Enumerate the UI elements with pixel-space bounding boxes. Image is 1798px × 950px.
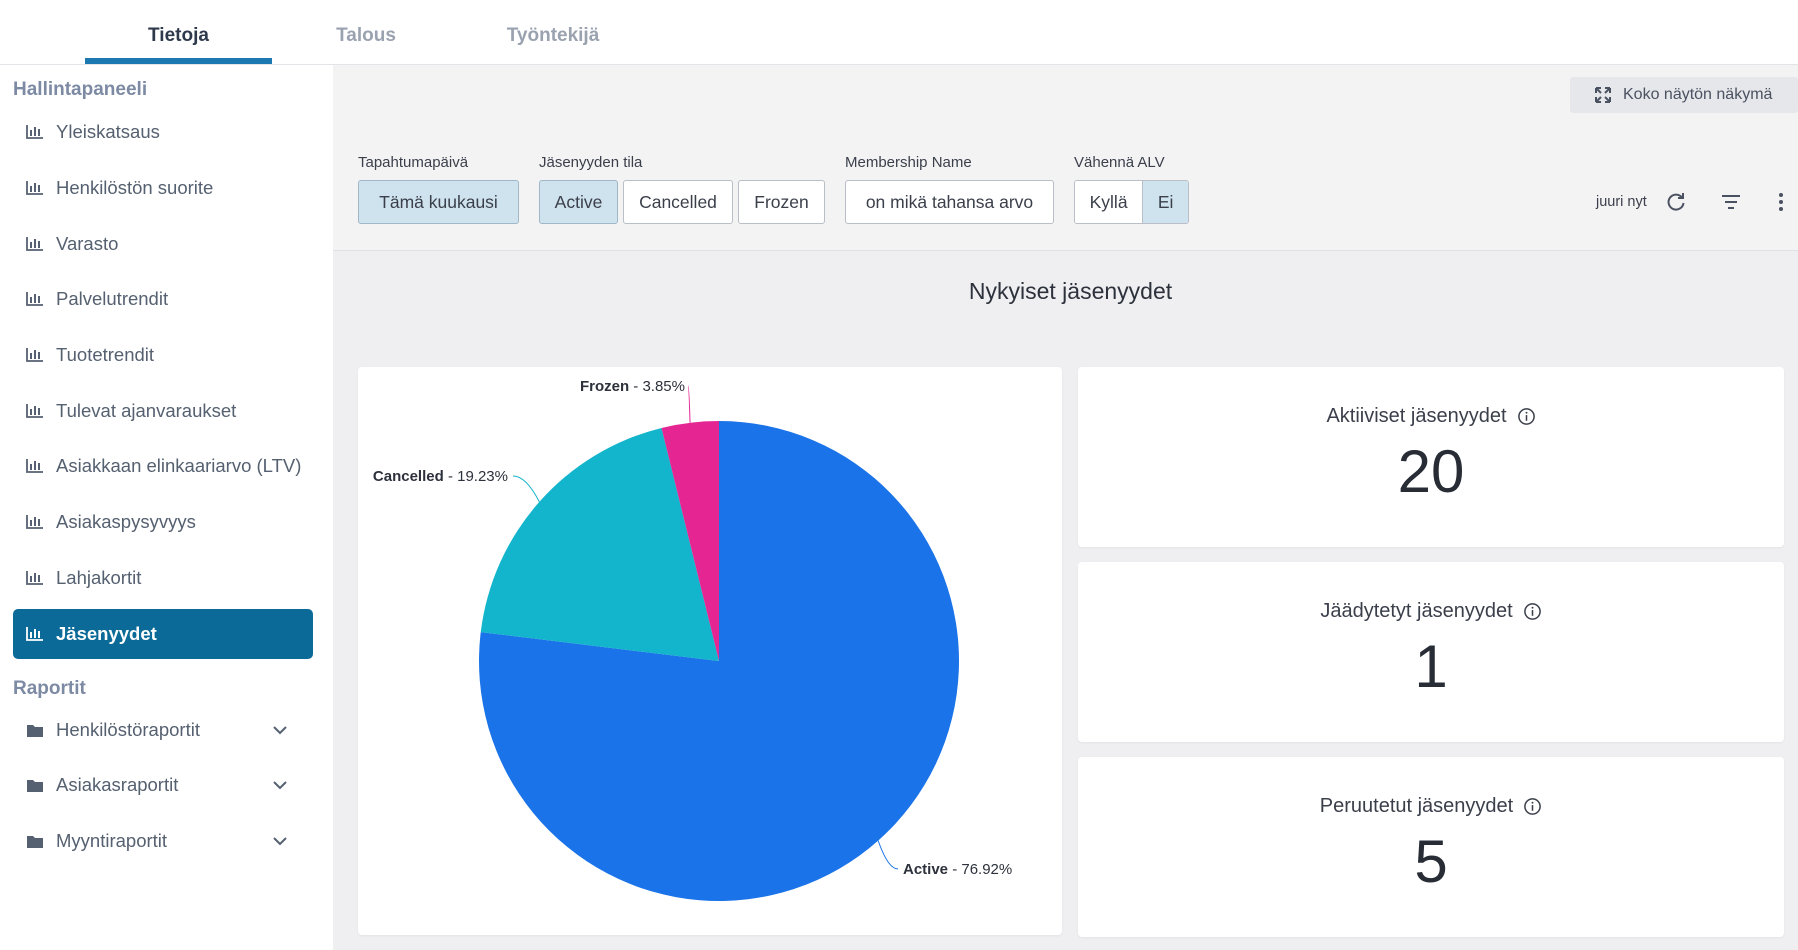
sidebar-item-myyntiraportit[interactable]: Myyntiraportit bbox=[13, 816, 313, 866]
filter-label-membership-name: Membership Name bbox=[845, 154, 972, 171]
info-icon[interactable] bbox=[1523, 602, 1542, 621]
sidebar-item-henkilostoraportit[interactable]: Henkilöstöraportit bbox=[13, 705, 313, 755]
tab-talous[interactable]: Talous bbox=[296, 0, 436, 64]
vat-yes-option[interactable]: Kyllä bbox=[1075, 181, 1143, 223]
pie-label-active: Active - 76.92% bbox=[903, 861, 1012, 878]
kpi-card-cancelled: Peruutetut jäsenyydet 5 bbox=[1078, 757, 1784, 937]
sidebar-item-label: Myyntiraportit bbox=[56, 830, 168, 851]
chevron-down-icon[interactable] bbox=[271, 776, 289, 794]
sidebar-item-ltv[interactable]: Asiakkaan elinkaariarvo (LTV) bbox=[13, 441, 313, 491]
filter-label-event-date: Tapahtumapäivä bbox=[358, 154, 469, 171]
top-tab-bar: Tietoja Talous Työntekijä bbox=[0, 0, 1798, 65]
pie-label-frozen: Frozen - 3.85% bbox=[580, 378, 685, 395]
sidebar-item-label: Asiakaspysyvyys bbox=[56, 511, 196, 532]
bar-chart-icon bbox=[25, 346, 45, 364]
sidebar-item-label: Asiakkaan elinkaariarvo (LTV) bbox=[56, 455, 302, 476]
kpi-title-frozen: Jäädytetyt jäsenyydet bbox=[1320, 600, 1513, 622]
filter-label-vat: Vähennä ALV bbox=[1074, 154, 1165, 171]
kpi-value-active: 20 bbox=[1397, 438, 1465, 505]
dashboard-title: Nykyiset jäsenyydet bbox=[968, 278, 1173, 304]
sidebar-item-varasto[interactable]: Varasto bbox=[13, 219, 313, 269]
sidebar-item-label: Asiakasraportit bbox=[56, 774, 179, 795]
refresh-icon[interactable] bbox=[1665, 191, 1687, 213]
bar-chart-icon bbox=[25, 569, 45, 587]
info-icon[interactable] bbox=[1523, 797, 1542, 816]
sidebar-item-label: Henkilöstöraportit bbox=[56, 719, 200, 740]
sidebar-item-label: Tulevat ajanvaraukset bbox=[56, 400, 237, 421]
sidebar-item-henkiloston-suorite[interactable]: Henkilöstön suorite bbox=[13, 163, 313, 213]
bar-chart-icon bbox=[25, 457, 45, 475]
bar-chart-icon bbox=[25, 625, 45, 643]
sidebar-item-label: Palvelutrendit bbox=[56, 288, 169, 309]
sidebar-item-jasenyydet[interactable]: Jäsenyydet bbox=[13, 609, 313, 659]
expand-icon bbox=[1595, 87, 1611, 103]
sidebar-item-label: Henkilöstön suorite bbox=[56, 177, 214, 198]
kpi-value-cancelled: 5 bbox=[1414, 828, 1448, 895]
sidebar-item-tuotetrendit[interactable]: Tuotetrendit bbox=[13, 330, 313, 380]
event-date-filter-button[interactable]: Tämä kuukausi bbox=[358, 180, 519, 224]
pie-leader-line-cancelled bbox=[512, 475, 540, 503]
tab-tietoja[interactable]: Tietoja bbox=[85, 0, 272, 64]
membership-pie-chart: Active - 76.92% Cancelled - 19.23% Frozen … bbox=[373, 378, 1012, 901]
fullscreen-button[interactable]: Koko näytön näkymä bbox=[1570, 77, 1798, 113]
sidebar-item-lahjakortit[interactable]: Lahjakortit bbox=[13, 553, 313, 603]
status-active-button[interactable]: Active bbox=[539, 180, 618, 224]
kpi-title-active: Aktiiviset jäsenyydet bbox=[1326, 405, 1507, 427]
sidebar-item-yleiskatsaus[interactable]: Yleiskatsaus bbox=[13, 107, 313, 157]
sidebar-item-asiakaspysyvyys[interactable]: Asiakaspysyvyys bbox=[13, 497, 313, 547]
filter-icon[interactable] bbox=[1720, 191, 1742, 213]
bar-chart-icon bbox=[25, 123, 45, 141]
chevron-down-icon[interactable] bbox=[271, 721, 289, 739]
sidebar-item-label: Varasto bbox=[56, 233, 119, 254]
sidebar-item-asiakasraportit[interactable]: Asiakasraportit bbox=[13, 760, 313, 810]
last-updated-text: juuri nyt bbox=[1596, 194, 1647, 210]
status-frozen-button[interactable]: Frozen bbox=[738, 180, 825, 224]
pie-chart-card: Active - 76.92% Cancelled - 19.23% Frozen … bbox=[358, 367, 1062, 935]
pie-leader-line-frozen bbox=[687, 385, 691, 423]
sidebar-section-reports: Raportit bbox=[13, 678, 86, 699]
filter-label-membership-status: Jäsenyyden tila bbox=[539, 154, 643, 171]
sidebar-section-dashboard: Hallintapaneeli bbox=[13, 79, 148, 100]
kpi-card-active: Aktiiviset jäsenyydet 20 bbox=[1078, 367, 1784, 547]
more-vertical-icon[interactable] bbox=[1770, 191, 1792, 213]
fullscreen-label: Koko näytön näkymä bbox=[1623, 86, 1773, 103]
sidebar-item-tulevat-ajanvaraukset[interactable]: Tulevat ajanvaraukset bbox=[13, 386, 313, 436]
folder-icon bbox=[25, 776, 45, 794]
tab-tyontekija[interactable]: Työntekijä bbox=[478, 0, 628, 64]
kpi-title-cancelled: Peruutetut jäsenyydet bbox=[1319, 795, 1514, 817]
pie-leader-line-active bbox=[877, 840, 899, 870]
chevron-down-icon[interactable] bbox=[271, 832, 289, 850]
vat-toggle: Kyllä Ei bbox=[1074, 180, 1189, 224]
folder-icon bbox=[25, 832, 45, 850]
status-cancelled-button[interactable]: Cancelled bbox=[623, 180, 733, 224]
pie-label-cancelled: Cancelled - 19.23% bbox=[373, 468, 508, 485]
kpi-value-frozen: 1 bbox=[1414, 633, 1448, 700]
bar-chart-icon bbox=[25, 290, 45, 308]
bar-chart-icon bbox=[25, 402, 45, 420]
membership-name-filter-button[interactable]: on mikä tahansa arvo bbox=[845, 180, 1054, 224]
bar-chart-icon bbox=[25, 179, 45, 197]
bar-chart-icon bbox=[25, 513, 45, 531]
bar-chart-icon bbox=[25, 235, 45, 253]
sidebar-item-label: Tuotetrendit bbox=[56, 344, 155, 365]
sidebar-item-label: Yleiskatsaus bbox=[56, 121, 160, 142]
sidebar-item-label: Lahjakortit bbox=[56, 567, 142, 588]
kpi-card-frozen: Jäädytetyt jäsenyydet 1 bbox=[1078, 562, 1784, 742]
vat-no-option[interactable]: Ei bbox=[1142, 181, 1188, 223]
folder-icon bbox=[25, 721, 45, 739]
info-icon[interactable] bbox=[1517, 407, 1536, 426]
sidebar: Hallintapaneeli Yleiskatsaus Henkilöstön… bbox=[0, 65, 333, 950]
sidebar-item-label: Jäsenyydet bbox=[56, 623, 157, 644]
sidebar-item-palvelutrendit[interactable]: Palvelutrendit bbox=[13, 274, 313, 324]
